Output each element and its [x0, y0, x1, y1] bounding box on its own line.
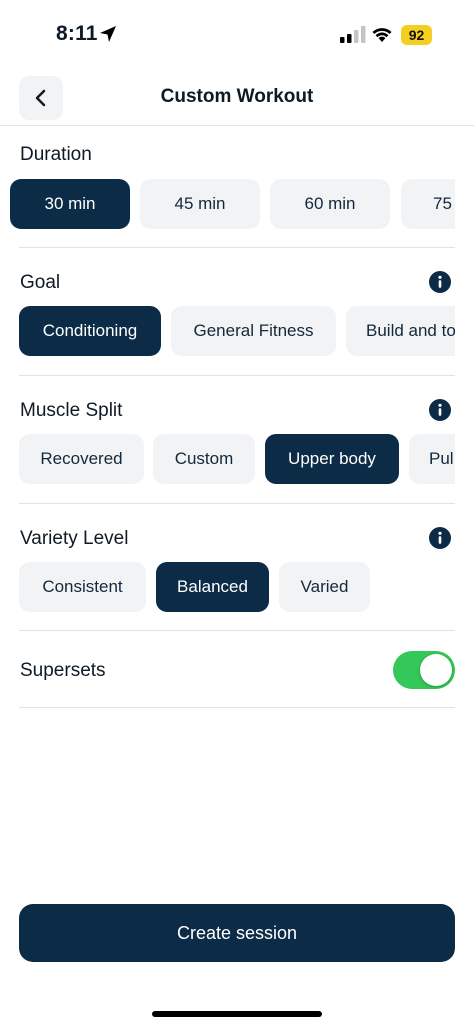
duration-options: 30 min 45 min 60 min 75	[0, 179, 455, 229]
goal-option-general-fitness[interactable]: General Fitness	[171, 306, 336, 356]
duration-option-75[interactable]: 75	[401, 179, 455, 229]
split-option-recovered[interactable]: Recovered	[19, 434, 144, 484]
duration-title: Duration	[20, 144, 92, 165]
location-arrow-icon	[100, 26, 116, 42]
page-title: Custom Workout	[160, 86, 314, 107]
signal-icon	[340, 26, 366, 43]
variety-option-consistent[interactable]: Consistent	[19, 562, 146, 612]
goal-title: Goal	[20, 272, 61, 293]
variety-info-icon[interactable]	[429, 527, 451, 549]
status-bar: 8:11 92	[0, 0, 474, 70]
home-indicator	[152, 1011, 322, 1017]
divider	[19, 375, 455, 376]
duration-option-30[interactable]: 30 min	[10, 179, 130, 229]
muscle-split-info-icon[interactable]	[429, 399, 451, 421]
goal-info-icon[interactable]	[429, 271, 451, 293]
goal-option-build-and-tone[interactable]: Build and to	[346, 306, 455, 356]
duration-option-45[interactable]: 45 min	[140, 179, 260, 229]
goal-option-conditioning[interactable]: Conditioning	[19, 306, 161, 356]
supersets-toggle[interactable]	[393, 651, 455, 689]
variety-option-balanced[interactable]: Balanced	[156, 562, 269, 612]
duration-option-60[interactable]: 60 min	[270, 179, 390, 229]
divider	[19, 503, 455, 504]
create-session-button[interactable]: Create session	[19, 904, 455, 962]
divider	[19, 707, 455, 708]
toggle-knob	[420, 654, 452, 686]
battery-indicator: 92	[401, 25, 432, 45]
split-option-custom[interactable]: Custom	[153, 434, 255, 484]
muscle-split-options: Recovered Custom Upper body Pul	[0, 434, 455, 484]
nav-header: Custom Workout	[0, 70, 474, 126]
divider	[19, 247, 455, 248]
divider	[19, 630, 455, 631]
variety-option-varied[interactable]: Varied	[279, 562, 370, 612]
muscle-split-title: Muscle Split	[20, 400, 123, 421]
split-option-pull[interactable]: Pul	[409, 434, 455, 484]
supersets-title: Supersets	[20, 660, 106, 681]
status-time: 8:11	[56, 22, 98, 45]
split-option-upper-body[interactable]: Upper body	[265, 434, 399, 484]
variety-level-title: Variety Level	[20, 528, 129, 549]
goal-options: Conditioning General Fitness Build and t…	[0, 306, 455, 356]
variety-options: Consistent Balanced Varied	[0, 562, 455, 612]
wifi-icon	[372, 28, 392, 42]
